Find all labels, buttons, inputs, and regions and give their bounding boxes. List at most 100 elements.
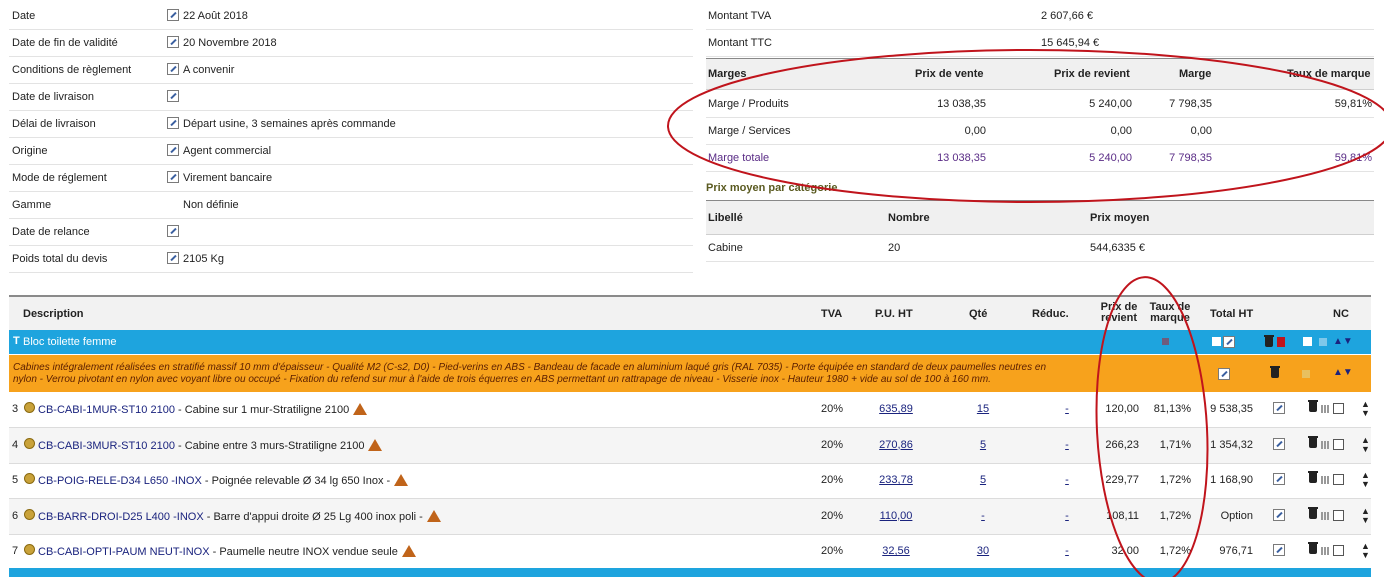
edit-icon[interactable] bbox=[167, 63, 179, 75]
edit-icon[interactable] bbox=[167, 9, 179, 21]
move-updown-icon[interactable]: ▲▼ bbox=[1361, 471, 1370, 489]
grid-icon[interactable] bbox=[1302, 370, 1310, 378]
bloc-description: Cabines intégralement réalisées en strat… bbox=[13, 362, 1047, 385]
info-row: Délai de livraison Départ usine, 3 semain… bbox=[9, 110, 693, 138]
line-checkbox[interactable] bbox=[1333, 403, 1344, 417]
line-item-row: 5 CB-POIG-RELE-D34 L650 -INOX - Poignée r… bbox=[9, 463, 1371, 499]
line-checkbox[interactable] bbox=[1333, 545, 1344, 559]
grid-icon[interactable] bbox=[1321, 475, 1329, 487]
product-code-link[interactable]: CB-CABI-1MUR-ST10 2100 bbox=[38, 404, 175, 416]
line-qte-link[interactable]: 30 bbox=[971, 545, 995, 557]
category-nombre: 20 bbox=[888, 242, 901, 254]
margin-prix-vente: 13 038,35 bbox=[937, 152, 986, 164]
grid-icon[interactable] bbox=[1319, 338, 1327, 346]
info-value: Non définie bbox=[183, 199, 239, 211]
info-value: Agent commercial bbox=[183, 145, 272, 157]
line-taux: 1,72% bbox=[1159, 545, 1191, 557]
edit-icon[interactable] bbox=[167, 36, 179, 48]
line-checkbox[interactable] bbox=[1333, 509, 1344, 524]
edit-icon[interactable] bbox=[1273, 402, 1285, 417]
line-pu-link[interactable]: 635,89 bbox=[869, 403, 923, 415]
line-item-row: 7 CB-CABI-OPTI-PAUM NEUT-INOX - Paumelle … bbox=[9, 534, 1371, 570]
line-prix-revient: 229,77 bbox=[1105, 474, 1139, 486]
margin-taux: 59,81% bbox=[1334, 98, 1372, 110]
line-pu-link[interactable]: 270,86 bbox=[869, 439, 923, 451]
line-reduc-link[interactable]: - bbox=[1057, 510, 1077, 522]
move-updown-icon[interactable]: ▲▼ bbox=[1361, 400, 1370, 418]
line-reduc-link[interactable]: - bbox=[1057, 474, 1077, 486]
edit-icon[interactable] bbox=[1273, 544, 1285, 559]
line-pu-link[interactable]: 32,56 bbox=[869, 545, 923, 557]
grid-icon[interactable] bbox=[1321, 404, 1329, 416]
info-value: A convenir bbox=[183, 64, 235, 76]
trash-icon[interactable] bbox=[1308, 542, 1318, 557]
bloc-total-bar bbox=[9, 568, 1371, 577]
edit-icon[interactable] bbox=[1273, 508, 1285, 524]
trash-icon[interactable] bbox=[1308, 435, 1318, 451]
line-reduc-link[interactable]: - bbox=[1057, 439, 1077, 451]
line-qte-link[interactable]: 5 bbox=[971, 439, 995, 451]
line-qte-link[interactable]: 5 bbox=[971, 474, 995, 486]
info-value: 20 Novembre 2018 bbox=[183, 37, 277, 49]
product-code-link[interactable]: CB-CABI-3MUR-ST10 2100 bbox=[38, 440, 175, 452]
trash-icon[interactable] bbox=[1308, 471, 1318, 486]
product-code-link[interactable]: CB-CABI-OPTI-PAUM NEUT-INOX bbox=[38, 546, 210, 558]
bloc-description-row: Cabines intégralement réalisées en strat… bbox=[9, 355, 1371, 392]
lines-header: Description TVA P.U. HT Qté Réduc. Prix … bbox=[9, 295, 1371, 331]
line-tva: 20% bbox=[820, 438, 844, 451]
line-number: 6 bbox=[12, 509, 19, 522]
tva-value: 2 607,66 € bbox=[1041, 10, 1093, 22]
move-updown-icon[interactable]: ▲▼ bbox=[1333, 367, 1353, 378]
line-pu-link[interactable]: 110,00 bbox=[869, 510, 923, 522]
margin-row: Marge / Produits 13 038,35 5 240,00 7 798,3… bbox=[706, 90, 1374, 118]
trash-icon[interactable] bbox=[1270, 366, 1280, 381]
trash-icon[interactable] bbox=[1308, 506, 1318, 522]
margin-row: Marge / Services 0,00 0,00 0,00 bbox=[706, 117, 1374, 145]
checkbox-icon[interactable] bbox=[1303, 337, 1312, 346]
ttc-label: Montant TTC bbox=[708, 37, 772, 49]
warning-icon bbox=[401, 545, 416, 557]
move-updown-icon[interactable]: ▲▼ bbox=[1333, 336, 1353, 347]
line-number: 3 bbox=[12, 403, 19, 415]
edit-icon[interactable] bbox=[1273, 437, 1285, 453]
edit-icon[interactable] bbox=[167, 117, 179, 129]
line-pu-link[interactable]: 233,78 bbox=[869, 474, 923, 486]
edit-icon[interactable] bbox=[167, 171, 179, 183]
trash-icon[interactable] bbox=[1264, 335, 1274, 350]
edit-icon[interactable] bbox=[1218, 368, 1230, 383]
product-icon bbox=[24, 508, 38, 522]
comment-icon[interactable] bbox=[1212, 337, 1221, 346]
grid-icon[interactable] bbox=[1321, 546, 1329, 558]
edit-icon[interactable] bbox=[167, 252, 179, 264]
line-checkbox[interactable] bbox=[1333, 474, 1344, 488]
grid-icon[interactable] bbox=[1321, 511, 1329, 523]
line-reduc-link[interactable]: - bbox=[1057, 403, 1077, 415]
delete-red-icon[interactable] bbox=[1277, 337, 1285, 347]
bloc-row[interactable]: T Bloc toilette femme ▲▼ bbox=[9, 330, 1371, 354]
line-qte-link[interactable]: 15 bbox=[971, 403, 995, 415]
header-reduc: Réduc. bbox=[1032, 308, 1069, 320]
edit-icon[interactable] bbox=[1273, 473, 1285, 488]
info-row: Poids total du devis 2105 Kg bbox=[9, 245, 693, 273]
grid-icon[interactable] bbox=[1321, 440, 1329, 452]
product-code-link[interactable]: CB-BARR-DROI-D25 L400 -INOX bbox=[38, 511, 204, 523]
line-qte-link[interactable]: - bbox=[971, 510, 995, 522]
edit-icon[interactable] bbox=[1223, 336, 1235, 351]
edit-icon[interactable] bbox=[167, 144, 179, 156]
header-taux: Taux de marque bbox=[1287, 68, 1371, 80]
warning-icon bbox=[426, 509, 441, 522]
move-updown-icon[interactable]: ▲▼ bbox=[1361, 506, 1370, 525]
edit-icon[interactable] bbox=[167, 225, 179, 237]
header-nombre: Nombre bbox=[888, 212, 930, 224]
edit-icon[interactable] bbox=[167, 90, 179, 102]
line-checkbox[interactable] bbox=[1333, 438, 1344, 453]
move-updown-icon[interactable]: ▲▼ bbox=[1361, 542, 1370, 560]
product-code-link[interactable]: CB-POIG-RELE-D34 L650 -INOX bbox=[38, 475, 202, 487]
line-total: 1 168,90 bbox=[1210, 474, 1253, 486]
trash-icon[interactable] bbox=[1308, 400, 1318, 415]
move-updown-icon[interactable]: ▲▼ bbox=[1361, 435, 1370, 454]
margin-marge: 0,00 bbox=[1190, 125, 1212, 137]
info-row: Gamme Non définie bbox=[9, 191, 693, 219]
line-reduc-link[interactable]: - bbox=[1057, 545, 1077, 557]
line-prix-revient: 120,00 bbox=[1105, 403, 1139, 415]
